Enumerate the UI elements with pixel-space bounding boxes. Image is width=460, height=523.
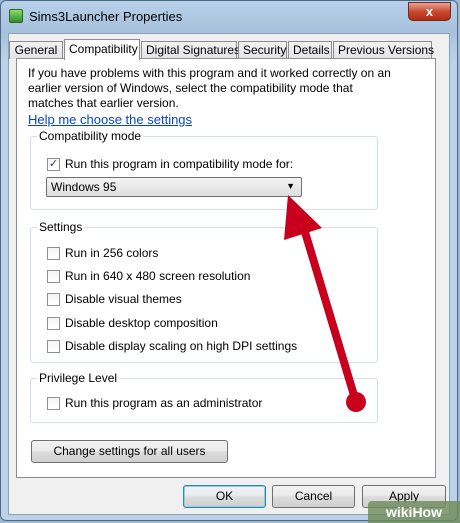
settings-item-label: Disable visual themes — [65, 292, 182, 306]
ok-button[interactable]: OK — [183, 485, 266, 508]
chevron-down-icon: ▼ — [286, 181, 295, 191]
privilege-level-title: Privilege Level — [37, 370, 120, 386]
compat-mode-checkbox[interactable] — [47, 157, 60, 171]
compatibility-mode-title: Compatibility mode — [37, 128, 144, 144]
compat-mode-checkbox-row[interactable]: Run this program in compatibility mode f… — [47, 157, 293, 171]
settings-item-label: Disable desktop composition — [65, 316, 218, 330]
compat-mode-value: Windows 95 — [51, 180, 117, 194]
tab-security[interactable]: Security — [238, 41, 287, 59]
cancel-button[interactable]: Cancel — [272, 485, 355, 508]
run-640x480-checkbox[interactable] — [47, 269, 60, 283]
settings-item-row[interactable]: Disable visual themes — [47, 292, 182, 306]
settings-item-label: Run in 640 x 480 screen resolution — [65, 269, 251, 283]
disable-dpi-scaling-checkbox[interactable] — [47, 339, 60, 353]
settings-item-row[interactable]: Run in 640 x 480 screen resolution — [47, 269, 250, 283]
settings-title: Settings — [37, 219, 85, 235]
help-link[interactable]: Help me choose the settings — [28, 112, 192, 127]
close-button[interactable]: x — [408, 2, 451, 21]
settings-item-row[interactable]: Run in 256 colors — [47, 246, 158, 260]
settings-item-label: Run in 256 colors — [65, 246, 159, 260]
settings-item-row[interactable]: Disable display scaling on high DPI sett… — [47, 339, 297, 353]
change-settings-all-users-button[interactable]: Change settings for all users — [31, 440, 228, 463]
disable-visual-themes-checkbox[interactable] — [47, 292, 60, 306]
settings-item-row[interactable]: Disable desktop composition — [47, 316, 218, 330]
tab-digital-signatures[interactable]: Digital Signatures — [141, 41, 240, 59]
sims-app-icon — [9, 9, 23, 23]
run-256-colors-checkbox[interactable] — [47, 246, 60, 260]
settings-item-label: Disable display scaling on high DPI sett… — [65, 339, 298, 353]
run-as-admin-label: Run this program as an administrator — [65, 396, 263, 410]
intro-text: If you have problems with this program a… — [28, 66, 391, 110]
tab-details[interactable]: Details — [288, 41, 332, 59]
compat-mode-checkbox-label: Run this program in compatibility mode f… — [65, 157, 294, 171]
title-bar[interactable]: Sims3Launcher Properties x — [1, 1, 457, 33]
window-title: Sims3Launcher Properties — [29, 9, 183, 24]
tab-general[interactable]: General — [9, 41, 63, 59]
run-as-admin-checkbox[interactable] — [47, 396, 60, 410]
compatibility-mode-group: Compatibility mode — [30, 128, 378, 210]
tab-compatibility[interactable]: Compatibility — [64, 39, 140, 60]
disable-desktop-composition-checkbox[interactable] — [47, 316, 60, 330]
compat-mode-dropdown[interactable]: Windows 95 ▼ — [46, 177, 302, 197]
wikihow-watermark: wikiHow — [368, 501, 460, 523]
run-as-admin-row[interactable]: Run this program as an administrator — [47, 396, 262, 410]
tab-previous-versions[interactable]: Previous Versions — [333, 41, 434, 59]
